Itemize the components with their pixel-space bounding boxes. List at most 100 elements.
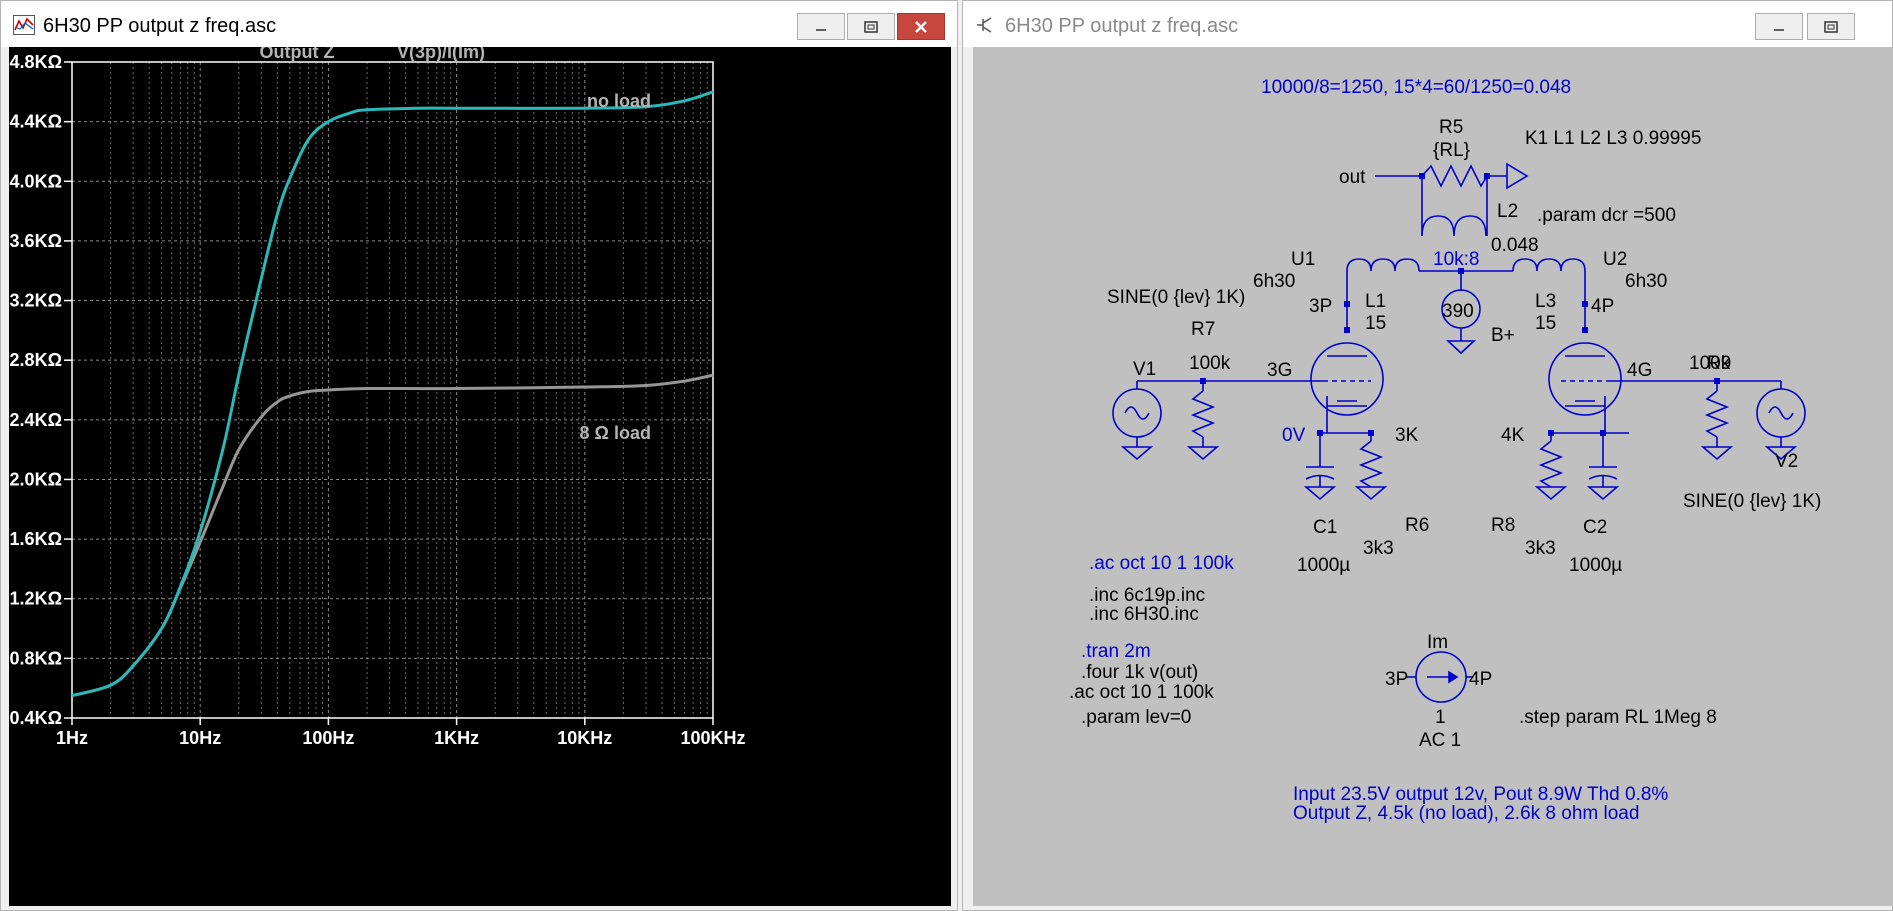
ground-symbol [1186,446,1220,461]
ground-symbol [1506,162,1529,190]
im-label: Im [1427,632,1448,653]
plot-window[interactable]: 6H30 PP output z freq.asc 1Hz 10Hz 100Hz 1K… [0,0,958,911]
r7-resistor[interactable] [1190,390,1216,438]
r6-resistor[interactable] [1358,440,1384,488]
minimize-icon [816,28,826,31]
r8-resistor[interactable] [1538,440,1564,488]
four-directive: .four 1k v(out) [1081,662,1198,683]
window-title: 6H30 PP output z freq.asc [1005,15,1239,37]
schematic-app-icon [977,17,992,33]
output-z-chart[interactable]: 1Hz 10Hz 100Hz 1KHz 10KHz 100KHz 0.4KΩ 0.8KΩ 1.2… [9,42,951,906]
ground-symbol [1120,446,1154,461]
c1-value: 1000µ [1297,555,1350,576]
bplus-label: B+ [1491,325,1515,346]
net-label-3p: 3P [1309,296,1332,317]
series-label-8-ohm-load: 8 Ω load [580,423,651,443]
maximize-icon [864,20,878,33]
u2-model: 6h30 [1625,271,1667,292]
step-directive: .step param RL 1Meg 8 [1519,707,1717,728]
schematic-window[interactable]: 6H30 PP output z freq.asc 10000/8=1250, … [962,0,1893,911]
schematic-drawing[interactable]: 10000/8=1250, 15*4=60/1250=0.048 R5 {RL}… [973,47,1893,906]
plot-area[interactable]: 1Hz 10Hz 100Hz 1KHz 10KHz 100KHz 0.4KΩ 0.8KΩ 1.2… [9,42,951,906]
minimize-button[interactable] [797,13,845,40]
maximize-icon [1824,20,1838,33]
turns-ratio: 10k:8 [1433,249,1479,270]
close-button[interactable] [897,13,945,40]
minimize-icon [1774,28,1784,31]
net-label-3g: 3G [1267,360,1292,381]
ac-directive: .ac oct 10 1 100k [1069,682,1214,703]
r8-label: R8 [1491,515,1515,536]
r5-resistor[interactable] [1421,164,1488,188]
u1-tube[interactable] [1310,342,1384,416]
u2-label: U2 [1603,249,1627,270]
schematic-canvas[interactable]: 10000/8=1250, 15*4=60/1250=0.048 R5 {RL}… [973,47,1893,906]
y-tick-label: 4.0KΩ [10,171,62,191]
y-tick-label: 0.4KΩ [10,708,62,728]
close-icon [915,20,927,33]
net-label-4g: 4G [1627,360,1652,381]
y-tick-label: 1.2KΩ [10,589,62,609]
net-label-out: out [1339,167,1366,188]
l1-label: L1 [1365,291,1386,312]
result-note-2: Output Z, 4.5k (no load), 2.6k 8 ohm loa… [1293,803,1639,824]
tran-directive: .tran 2m [1081,641,1151,662]
r6-value: 3k3 [1363,538,1394,559]
net-label-4k: 4K [1501,425,1525,446]
v1-sine: SINE(0 {lev} 1K) [1107,287,1245,308]
ground-symbol [1586,486,1620,501]
ground-symbol [1354,486,1388,501]
y-tick-label: 3.2KΩ [10,291,62,311]
l1-value: 15 [1365,313,1386,334]
schematic-window-titlebar[interactable]: 6H30 PP output z freq.asc [963,1,1892,47]
y-tick-label: 2.8KΩ [10,350,62,370]
r7-value: 100k [1189,353,1231,374]
u2-tube[interactable] [1548,342,1622,416]
c2-label: C2 [1583,517,1607,538]
r9-resistor[interactable] [1704,390,1730,438]
v1-label: V1 [1133,359,1156,380]
ground-symbol [1445,340,1477,355]
l1-inductor[interactable] [1346,258,1420,272]
y-tick-label: 3.6KΩ [10,231,62,251]
ac-directive-blue: .ac oct 10 1 100k [1089,553,1234,574]
l3-inductor[interactable] [1512,258,1586,272]
x-tick-label: 1Hz [56,728,88,748]
l2-label: L2 [1497,201,1518,222]
c1-label: C1 [1313,517,1337,538]
r5-value: {RL} [1433,140,1470,161]
x-tick-label: 10Hz [179,728,221,748]
l2-inductor[interactable] [1421,215,1487,237]
maximize-button[interactable] [847,13,895,40]
series-line-no-load [71,90,714,698]
coupling-directive: K1 L1 L2 L3 0.99995 [1525,128,1701,149]
maximize-button[interactable] [1807,13,1855,40]
window-title: 6H30 PP output z freq.asc [43,15,277,37]
v2-sine: SINE(0 {lev} 1K) [1683,491,1821,512]
c2-value: 1000µ [1569,555,1622,576]
series-label-no-load: no load [587,91,651,111]
result-note-1: Input 23.5V output 12v, Pout 8.9W Thd 0.… [1293,784,1668,805]
x-tick-label: 100KHz [680,728,745,748]
net-label-3k: 3K [1395,425,1419,446]
ground-symbol [1303,486,1337,501]
r5-label: R5 [1439,117,1463,138]
include-6h30: .inc 6H30.inc [1089,604,1199,625]
ground-symbol [1534,486,1568,501]
v2-label: V2 [1775,451,1798,472]
u1-model: 6h30 [1253,271,1295,292]
net-label-0v: 0V [1282,425,1306,446]
param-lev: .param lev=0 [1081,707,1191,728]
y-tick-label: 4.8KΩ [10,52,62,72]
ratio-note: 10000/8=1250, 15*4=60/1250=0.048 [1261,77,1571,98]
im-net-3p: 3P [1385,669,1408,690]
minimize-button[interactable] [1755,13,1803,40]
y-tick-label: 2.0KΩ [10,469,62,489]
x-tick-label: 1KHz [434,728,479,748]
bplus-value: 390 [1442,301,1474,322]
param-dcr: .param dcr =500 [1537,205,1676,226]
waveform-app-icon [13,15,35,35]
plot-window-titlebar[interactable]: 6H30 PP output z freq.asc [1,1,957,47]
x-tick-label: 10KHz [557,728,612,748]
im-net-4p: 4P [1469,669,1492,690]
